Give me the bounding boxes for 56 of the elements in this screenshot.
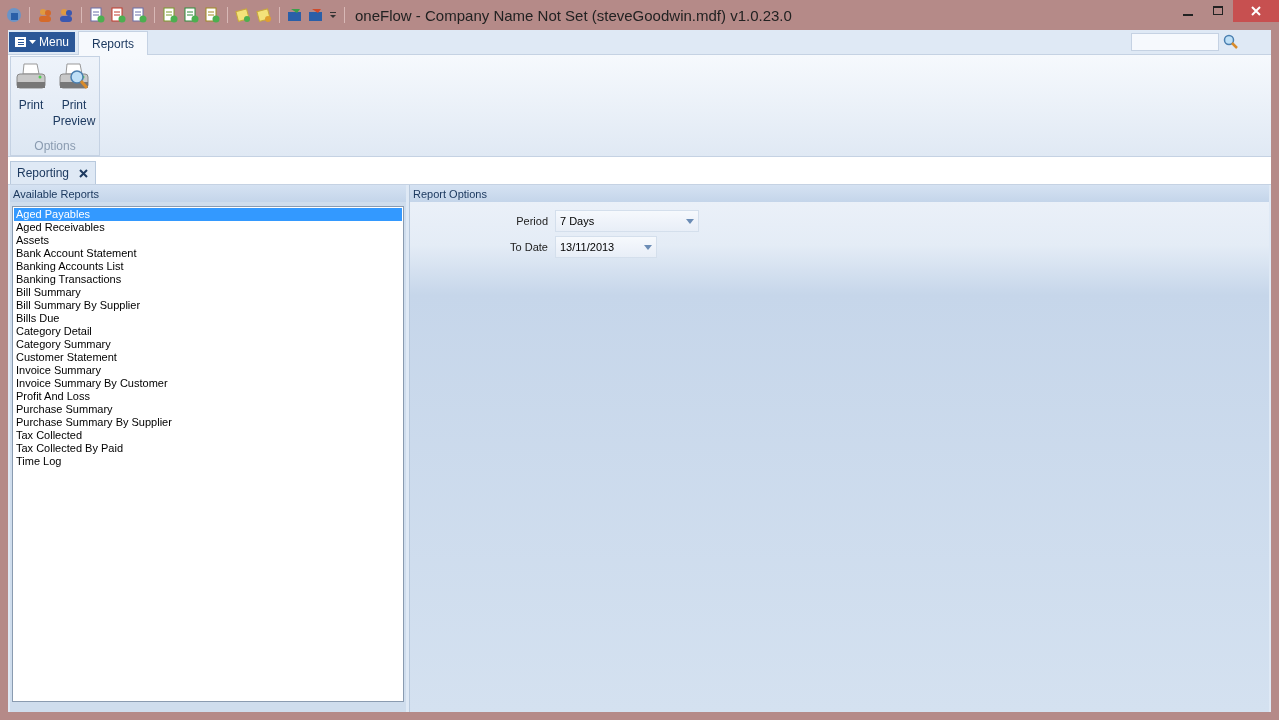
document-add-icon[interactable] <box>204 7 220 23</box>
people-icon[interactable] <box>58 7 74 23</box>
print-preview-button[interactable]: Print Preview <box>51 59 97 139</box>
panel-header: Available Reports <box>10 185 406 202</box>
menu-button[interactable]: Menu <box>9 32 76 52</box>
note-icon[interactable] <box>235 7 251 23</box>
field-label: Period <box>515 215 548 227</box>
report-item[interactable]: Banking Accounts List <box>14 260 402 273</box>
report-item[interactable]: Aged Receivables <box>14 221 402 234</box>
report-item[interactable]: Tax Collected By Paid <box>14 442 402 455</box>
search-field[interactable] <box>1131 33 1219 51</box>
maximize-icon <box>1213 6 1223 16</box>
report-item[interactable]: Bills Due <box>14 312 402 325</box>
close-icon <box>1251 6 1261 16</box>
dropdown-field[interactable]: 7 Days <box>555 210 699 232</box>
close-tab-button[interactable] <box>77 166 90 180</box>
report-item[interactable]: Bill Summary <box>14 286 402 299</box>
report-item[interactable]: Category Detail <box>14 325 402 338</box>
ribbon-tab[interactable]: Reports <box>78 31 149 55</box>
close-button[interactable] <box>1233 0 1279 22</box>
tab-label[interactable]: Reporting <box>17 166 70 180</box>
app-icon[interactable] <box>6 7 22 23</box>
print-button[interactable]: Print <box>13 59 49 139</box>
document-add-icon[interactable] <box>89 7 105 23</box>
report-item[interactable]: Purchase Summary <box>14 403 402 416</box>
report-item[interactable]: Tax Collected <box>14 429 402 442</box>
field-label: To Date <box>509 241 548 253</box>
report-item[interactable]: Time Log <box>14 455 402 468</box>
group-label: Options <box>33 139 77 155</box>
dropdown-icon[interactable] <box>329 11 337 19</box>
report-item[interactable]: Purchase Summary By Supplier <box>14 416 402 429</box>
report-item[interactable]: Customer Statement <box>14 351 402 364</box>
minimize-icon <box>1183 14 1193 16</box>
report-item[interactable]: Invoice Summary By Customer <box>14 377 402 390</box>
document-add-icon[interactable] <box>183 7 199 23</box>
report-item[interactable]: Invoice Summary <box>14 364 402 377</box>
document-add-icon[interactable] <box>162 7 178 23</box>
caret-icon <box>29 40 36 44</box>
document-add-icon[interactable] <box>131 7 147 23</box>
report-item[interactable]: Profit And Loss <box>14 390 402 403</box>
search-icon[interactable] <box>1223 34 1239 50</box>
document-tab[interactable]: Reporting <box>10 161 97 184</box>
report-item[interactable]: Bill Summary By Supplier <box>14 299 402 312</box>
list-icon <box>15 37 26 47</box>
report-item[interactable]: Assets <box>14 234 402 247</box>
panel-header: Report Options <box>410 185 1269 202</box>
caret-icon <box>686 218 694 224</box>
caret-icon <box>644 244 652 250</box>
note-icon[interactable] <box>256 7 272 23</box>
date-picker[interactable]: 13/11/2013 <box>555 236 657 258</box>
report-item[interactable]: Bank Account Statement <box>14 247 402 260</box>
document-add-icon[interactable] <box>110 7 126 23</box>
close-icon <box>78 168 88 178</box>
report-item[interactable]: Category Summary <box>14 338 402 351</box>
window-title: oneFlow - Company Name Not Set (steveGoodwin.mdf) v1.0.23.0 <box>355 6 793 24</box>
report-item[interactable]: Banking Transactions <box>14 273 402 286</box>
